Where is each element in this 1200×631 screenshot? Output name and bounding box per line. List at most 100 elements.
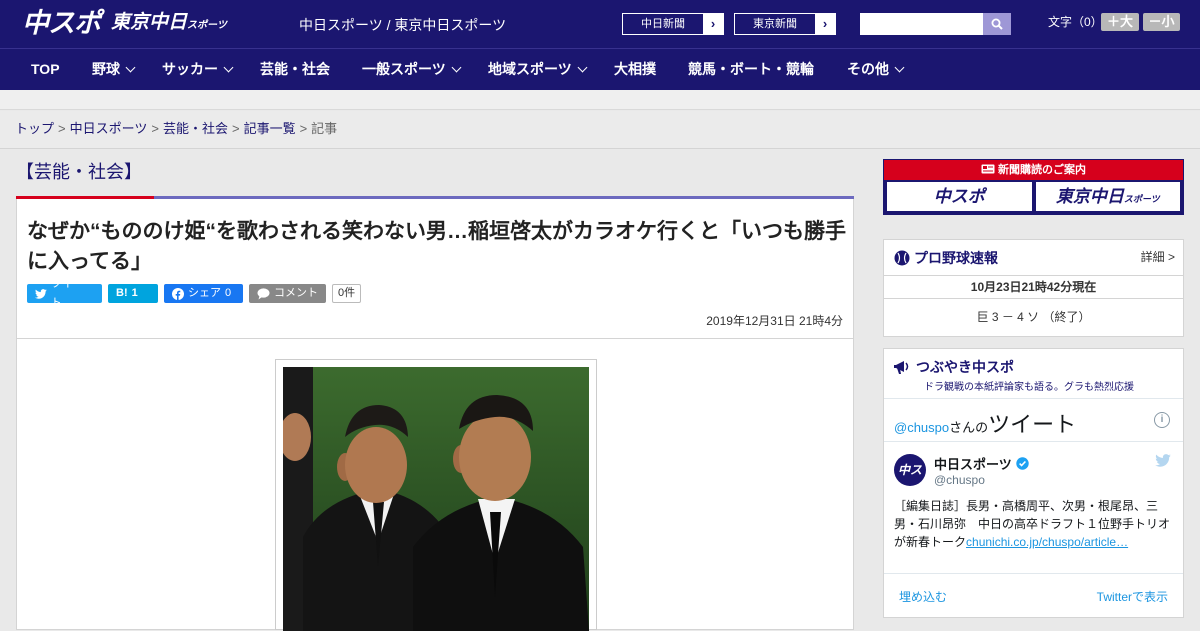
embed-link[interactable]: 埋め込む [899, 588, 947, 605]
comment-count: 0件 [332, 284, 362, 303]
nav-item-other[interactable]: その他 [847, 49, 905, 91]
tokyo-shimbun-label: 東京新聞 [735, 14, 815, 34]
nav-label: TOP [31, 61, 60, 77]
font-smaller-button[interactable]: －小 [1143, 13, 1180, 31]
nav-label: 大相撲 [614, 61, 656, 77]
tokyo-chunichi-sub: スポーツ [1123, 194, 1160, 204]
baseball-title: プロ野球速報 [894, 248, 998, 268]
hatena-count: 1 [131, 287, 138, 299]
subscription-buttons: 中スポ 東京中日スポーツ [884, 180, 1183, 213]
article-photo[interactable] [283, 367, 589, 631]
facebook-share-count: 0 [225, 287, 232, 299]
megaphone-icon [894, 361, 909, 374]
baseball-score[interactable]: 巨 3 － 4 ソ （終了） [884, 308, 1183, 325]
breadcrumb-entertainment[interactable]: 芸能・社会 [163, 121, 228, 136]
speech-bubble-icon [257, 287, 270, 299]
newspaper-icon [981, 164, 995, 174]
search-box [860, 13, 1011, 35]
breadcrumb: トップ > 中日スポーツ > 芸能・社会 > 記事一覧 > 記事 [0, 111, 1200, 149]
breadcrumb-top[interactable]: トップ [15, 121, 54, 136]
account-name[interactable]: 中日スポーツ [934, 454, 1029, 473]
subscription-heading: 新聞購読のご案内 [884, 160, 1183, 180]
chevron-down-icon [451, 62, 462, 73]
nav-label: 地域スポーツ [488, 61, 572, 77]
comment-button[interactable]: コメント [249, 284, 326, 303]
breadcrumb-article-list[interactable]: 記事一覧 [244, 121, 296, 136]
tokyo-logo-sub: スポーツ [187, 20, 227, 31]
nav-label: 一般スポーツ [362, 61, 446, 77]
timeline-header: @chuspoさんのツイート i [884, 398, 1183, 442]
tokyo-chunichi-logo[interactable]: 東京中日スポーツ [111, 11, 227, 38]
hatena-bookmark-button[interactable]: B! 1 [108, 284, 158, 303]
twitter-widget-title-text: つぶやき中スポ [916, 359, 1014, 375]
chevron-down-icon [125, 62, 136, 73]
nav-label: 競馬・ボート・競輪 [688, 61, 814, 77]
breadcrumb-separator: > [151, 121, 159, 136]
twitter-bird-icon[interactable] [1155, 454, 1171, 472]
hatena-label: B! [116, 287, 128, 299]
nav-item-local-sports[interactable]: 地域スポーツ [488, 49, 588, 91]
avatar[interactable]: 中スポ [894, 454, 926, 509]
article-divider [17, 338, 853, 339]
breadcrumb-separator: > [299, 121, 308, 136]
baseball-score-box: プロ野球速報 詳細 > 10月23日21時42分現在 巨 3 － 4 ソ （終了… [883, 239, 1184, 337]
facebook-share-button[interactable]: シェア 0 [164, 284, 243, 303]
nav-label: 芸能・社会 [260, 61, 330, 77]
breadcrumb-separator: > [58, 121, 66, 136]
article-photo-frame [275, 359, 597, 631]
nav-item-sumo[interactable]: 大相撲 [614, 49, 656, 91]
breadcrumb-separator: > [231, 121, 240, 136]
verified-badge-icon [1016, 457, 1029, 470]
font-larger-button[interactable]: ＋大 [1101, 13, 1139, 31]
timeline-title[interactable]: @chuspoさんのツイート [894, 407, 1076, 439]
nav-item-general-sports[interactable]: 一般スポーツ [362, 49, 462, 91]
share-bar: ツイート B! 1 シェア 0 コメント 0件 [27, 278, 362, 309]
chevron-right-icon: › [815, 14, 835, 34]
search-input[interactable] [860, 13, 983, 35]
nav-item-entertainment[interactable]: 芸能・社会 [260, 49, 330, 91]
breadcrumb-chuspo[interactable]: 中日スポーツ [70, 121, 148, 136]
tweet-button[interactable]: ツイート [27, 278, 102, 309]
chunichi-shimbun-link[interactable]: 中日新聞 › [622, 13, 724, 35]
timeline-word: ツイート [988, 412, 1077, 437]
nav-item-top[interactable]: TOP [31, 49, 60, 91]
tokyo-shimbun-link[interactable]: 東京新聞 › [734, 13, 836, 35]
nav-label: その他 [847, 61, 889, 77]
tokyo-chunichi-label: 東京中日 [1055, 187, 1124, 206]
baseball-title-text: プロ野球速報 [914, 250, 998, 266]
comment-label: コメント [274, 287, 318, 299]
search-button[interactable] [983, 13, 1011, 35]
site-name[interactable]: 中日スポーツ / 東京中日スポーツ [299, 16, 506, 34]
tweet-label: ツイート [50, 277, 84, 309]
search-icon [991, 18, 1003, 30]
two-men-in-suits-photo [283, 367, 589, 631]
nav-item-baseball[interactable]: 野球 [92, 49, 136, 91]
main-nav: TOP 野球 サッカー 芸能・社会 一般スポーツ 地域スポーツ 大相撲 競馬・ボ… [0, 48, 1200, 90]
subscription-box: 新聞購読のご案内 中スポ 東京中日スポーツ [883, 159, 1184, 215]
nav-item-racing[interactable]: 競馬・ボート・競輪 [688, 49, 814, 91]
twitter-widget: つぶやき中スポ ドラ観戦の本紙評論家も語る。グラも熱烈応援 @chuspoさんの… [883, 348, 1184, 618]
font-size-label: 文字（0） [1048, 15, 1103, 29]
facebook-share-label: シェア [188, 287, 221, 299]
chevron-down-icon [894, 62, 905, 73]
nav-label: サッカー [162, 61, 218, 77]
facebook-icon [172, 287, 184, 300]
view-on-twitter-link[interactable]: Twitterで表示 [1097, 588, 1168, 605]
baseball-details-link[interactable]: 詳細 > [1141, 248, 1175, 265]
timeline-suffix: さんの [949, 420, 989, 435]
subscribe-tokyo-chunichi-button[interactable]: 東京中日スポーツ [1035, 182, 1180, 211]
tokyo-logo-text: 東京中日 [111, 12, 188, 33]
timeline-handle: @chuspo [894, 420, 950, 435]
info-icon[interactable]: i [1154, 412, 1170, 428]
subscription-title: 新聞購読のご案内 [998, 164, 1087, 176]
article-headline: なぜか“もののけ姫“を歌わされる笑わない男…稲垣啓太がカラオケ行くと「いつも勝手… [27, 220, 846, 273]
nav-item-soccer[interactable]: サッカー [162, 49, 234, 91]
twitter-bird-icon [35, 288, 47, 299]
subscribe-chuspo-button[interactable]: 中スポ [887, 182, 1032, 211]
account-handle[interactable]: @chuspo [934, 473, 985, 487]
chevron-right-icon: › [703, 14, 723, 34]
tweet-link[interactable]: chunichi.co.jp/chuspo/article… [966, 535, 1128, 549]
chevron-down-icon [223, 62, 234, 73]
chuspo-logo[interactable]: 中スポ [22, 6, 101, 40]
tweet-text: ［編集日誌］長男・高橋周平、次男・根尾昂、三男・石川昂弥 中日の高卒ドラフト１位… [894, 497, 1174, 551]
